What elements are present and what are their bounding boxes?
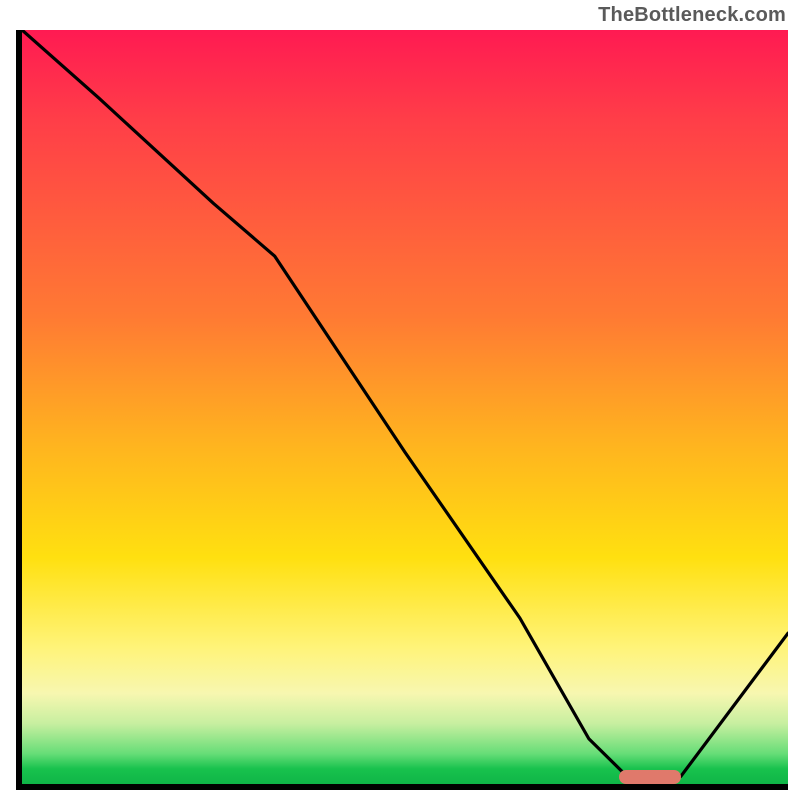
chart-plot-area	[22, 30, 788, 784]
bottleneck-curve	[22, 30, 788, 784]
attribution-text: TheBottleneck.com	[598, 4, 786, 27]
chart-axes-frame	[16, 30, 788, 790]
optimal-range-marker	[619, 770, 680, 784]
bottleneck-curve-path	[22, 30, 788, 784]
